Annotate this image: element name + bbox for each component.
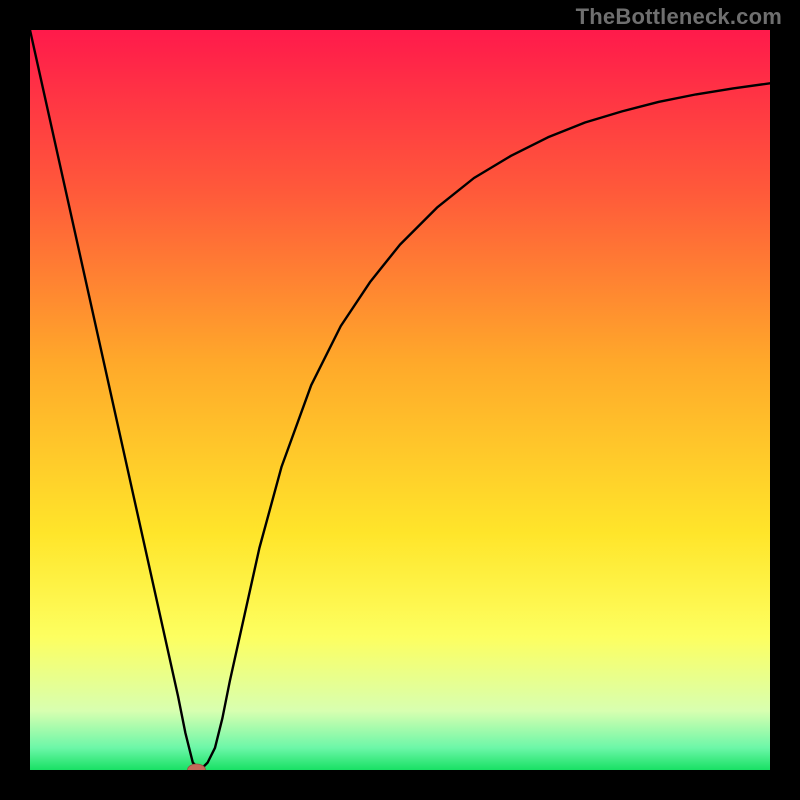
curve-layer bbox=[30, 30, 770, 770]
bottleneck-curve-path bbox=[30, 30, 770, 770]
minimum-marker bbox=[188, 764, 206, 770]
watermark-text: TheBottleneck.com bbox=[576, 4, 782, 30]
chart-frame: TheBottleneck.com bbox=[0, 0, 800, 800]
plot-area bbox=[30, 30, 770, 770]
